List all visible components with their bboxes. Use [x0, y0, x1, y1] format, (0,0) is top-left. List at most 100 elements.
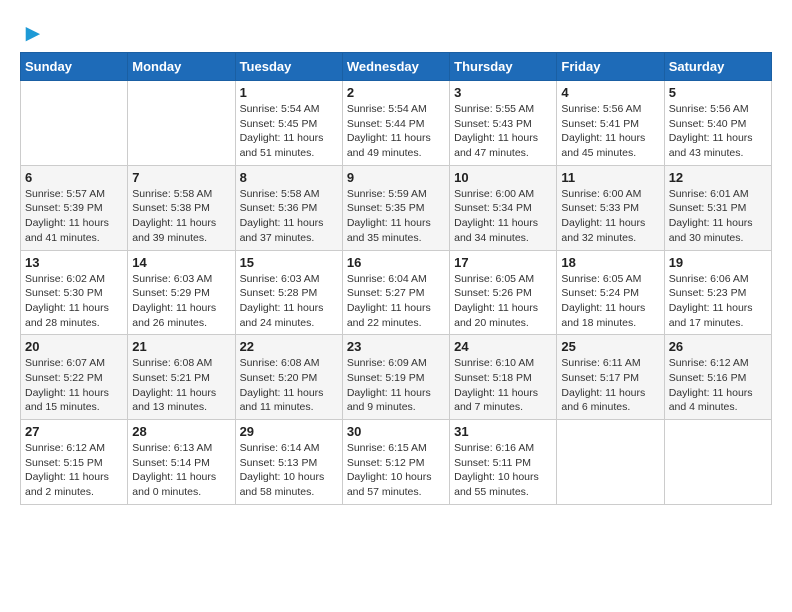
- calendar-cell: [21, 81, 128, 166]
- day-info: Sunrise: 5:54 AM Sunset: 5:44 PM Dayligh…: [347, 102, 445, 161]
- calendar-cell: 15 Sunrise: 6:03 AM Sunset: 5:28 PM Dayl…: [235, 250, 342, 335]
- calendar-cell: [664, 420, 771, 505]
- day-number: 29: [240, 424, 338, 439]
- calendar-week-row: 13 Sunrise: 6:02 AM Sunset: 5:30 PM Dayl…: [21, 250, 772, 335]
- calendar-week-row: 20 Sunrise: 6:07 AM Sunset: 5:22 PM Dayl…: [21, 335, 772, 420]
- day-info: Sunrise: 6:05 AM Sunset: 5:26 PM Dayligh…: [454, 272, 552, 331]
- calendar-cell: 3 Sunrise: 5:55 AM Sunset: 5:43 PM Dayli…: [450, 81, 557, 166]
- day-info: Sunrise: 6:00 AM Sunset: 5:33 PM Dayligh…: [561, 187, 659, 246]
- weekday-header: Tuesday: [235, 53, 342, 81]
- calendar-cell: 14 Sunrise: 6:03 AM Sunset: 5:29 PM Dayl…: [128, 250, 235, 335]
- day-number: 15: [240, 255, 338, 270]
- day-number: 25: [561, 339, 659, 354]
- day-number: 8: [240, 170, 338, 185]
- day-info: Sunrise: 5:56 AM Sunset: 5:40 PM Dayligh…: [669, 102, 767, 161]
- calendar-week-row: 27 Sunrise: 6:12 AM Sunset: 5:15 PM Dayl…: [21, 420, 772, 505]
- day-number: 11: [561, 170, 659, 185]
- day-info: Sunrise: 5:57 AM Sunset: 5:39 PM Dayligh…: [25, 187, 123, 246]
- calendar-cell: 11 Sunrise: 6:00 AM Sunset: 5:33 PM Dayl…: [557, 165, 664, 250]
- calendar-cell: 22 Sunrise: 6:08 AM Sunset: 5:20 PM Dayl…: [235, 335, 342, 420]
- calendar-cell: 21 Sunrise: 6:08 AM Sunset: 5:21 PM Dayl…: [128, 335, 235, 420]
- day-number: 20: [25, 339, 123, 354]
- day-number: 22: [240, 339, 338, 354]
- day-number: 26: [669, 339, 767, 354]
- day-number: 24: [454, 339, 552, 354]
- weekday-header: Thursday: [450, 53, 557, 81]
- calendar-week-row: 1 Sunrise: 5:54 AM Sunset: 5:45 PM Dayli…: [21, 81, 772, 166]
- calendar-cell: 29 Sunrise: 6:14 AM Sunset: 5:13 PM Dayl…: [235, 420, 342, 505]
- logo: ►: [20, 20, 45, 42]
- calendar-cell: 9 Sunrise: 5:59 AM Sunset: 5:35 PM Dayli…: [342, 165, 449, 250]
- day-info: Sunrise: 6:07 AM Sunset: 5:22 PM Dayligh…: [25, 356, 123, 415]
- calendar-table: SundayMondayTuesdayWednesdayThursdayFrid…: [20, 52, 772, 505]
- day-number: 31: [454, 424, 552, 439]
- day-number: 17: [454, 255, 552, 270]
- calendar-cell: [128, 81, 235, 166]
- day-number: 27: [25, 424, 123, 439]
- calendar-week-row: 6 Sunrise: 5:57 AM Sunset: 5:39 PM Dayli…: [21, 165, 772, 250]
- day-number: 2: [347, 85, 445, 100]
- day-info: Sunrise: 6:15 AM Sunset: 5:12 PM Dayligh…: [347, 441, 445, 500]
- day-info: Sunrise: 6:12 AM Sunset: 5:15 PM Dayligh…: [25, 441, 123, 500]
- calendar-cell: 27 Sunrise: 6:12 AM Sunset: 5:15 PM Dayl…: [21, 420, 128, 505]
- calendar-cell: 28 Sunrise: 6:13 AM Sunset: 5:14 PM Dayl…: [128, 420, 235, 505]
- calendar-cell: 30 Sunrise: 6:15 AM Sunset: 5:12 PM Dayl…: [342, 420, 449, 505]
- calendar-cell: 23 Sunrise: 6:09 AM Sunset: 5:19 PM Dayl…: [342, 335, 449, 420]
- day-info: Sunrise: 5:55 AM Sunset: 5:43 PM Dayligh…: [454, 102, 552, 161]
- day-info: Sunrise: 6:06 AM Sunset: 5:23 PM Dayligh…: [669, 272, 767, 331]
- calendar-cell: 12 Sunrise: 6:01 AM Sunset: 5:31 PM Dayl…: [664, 165, 771, 250]
- day-info: Sunrise: 5:58 AM Sunset: 5:36 PM Dayligh…: [240, 187, 338, 246]
- calendar-cell: 8 Sunrise: 5:58 AM Sunset: 5:36 PM Dayli…: [235, 165, 342, 250]
- day-info: Sunrise: 6:01 AM Sunset: 5:31 PM Dayligh…: [669, 187, 767, 246]
- day-info: Sunrise: 6:09 AM Sunset: 5:19 PM Dayligh…: [347, 356, 445, 415]
- day-number: 21: [132, 339, 230, 354]
- day-info: Sunrise: 6:08 AM Sunset: 5:20 PM Dayligh…: [240, 356, 338, 415]
- day-info: Sunrise: 6:13 AM Sunset: 5:14 PM Dayligh…: [132, 441, 230, 500]
- calendar-header-row: SundayMondayTuesdayWednesdayThursdayFrid…: [21, 53, 772, 81]
- day-number: 5: [669, 85, 767, 100]
- calendar-cell: 7 Sunrise: 5:58 AM Sunset: 5:38 PM Dayli…: [128, 165, 235, 250]
- day-info: Sunrise: 6:11 AM Sunset: 5:17 PM Dayligh…: [561, 356, 659, 415]
- calendar-cell: 6 Sunrise: 5:57 AM Sunset: 5:39 PM Dayli…: [21, 165, 128, 250]
- day-number: 30: [347, 424, 445, 439]
- day-number: 14: [132, 255, 230, 270]
- day-info: Sunrise: 6:02 AM Sunset: 5:30 PM Dayligh…: [25, 272, 123, 331]
- calendar-cell: 1 Sunrise: 5:54 AM Sunset: 5:45 PM Dayli…: [235, 81, 342, 166]
- day-number: 16: [347, 255, 445, 270]
- day-info: Sunrise: 5:54 AM Sunset: 5:45 PM Dayligh…: [240, 102, 338, 161]
- day-number: 4: [561, 85, 659, 100]
- day-number: 13: [25, 255, 123, 270]
- calendar-cell: 18 Sunrise: 6:05 AM Sunset: 5:24 PM Dayl…: [557, 250, 664, 335]
- day-number: 19: [669, 255, 767, 270]
- calendar-cell: 20 Sunrise: 6:07 AM Sunset: 5:22 PM Dayl…: [21, 335, 128, 420]
- day-info: Sunrise: 6:03 AM Sunset: 5:29 PM Dayligh…: [132, 272, 230, 331]
- day-number: 3: [454, 85, 552, 100]
- calendar-cell: [557, 420, 664, 505]
- day-info: Sunrise: 6:05 AM Sunset: 5:24 PM Dayligh…: [561, 272, 659, 331]
- weekday-header: Wednesday: [342, 53, 449, 81]
- calendar-cell: 24 Sunrise: 6:10 AM Sunset: 5:18 PM Dayl…: [450, 335, 557, 420]
- weekday-header: Monday: [128, 53, 235, 81]
- day-info: Sunrise: 5:58 AM Sunset: 5:38 PM Dayligh…: [132, 187, 230, 246]
- day-number: 12: [669, 170, 767, 185]
- calendar-cell: 19 Sunrise: 6:06 AM Sunset: 5:23 PM Dayl…: [664, 250, 771, 335]
- calendar-cell: 5 Sunrise: 5:56 AM Sunset: 5:40 PM Dayli…: [664, 81, 771, 166]
- day-info: Sunrise: 6:04 AM Sunset: 5:27 PM Dayligh…: [347, 272, 445, 331]
- day-info: Sunrise: 5:56 AM Sunset: 5:41 PM Dayligh…: [561, 102, 659, 161]
- day-number: 6: [25, 170, 123, 185]
- weekday-header: Saturday: [664, 53, 771, 81]
- day-info: Sunrise: 6:08 AM Sunset: 5:21 PM Dayligh…: [132, 356, 230, 415]
- day-info: Sunrise: 5:59 AM Sunset: 5:35 PM Dayligh…: [347, 187, 445, 246]
- day-number: 1: [240, 85, 338, 100]
- day-number: 28: [132, 424, 230, 439]
- calendar-cell: 17 Sunrise: 6:05 AM Sunset: 5:26 PM Dayl…: [450, 250, 557, 335]
- day-info: Sunrise: 6:00 AM Sunset: 5:34 PM Dayligh…: [454, 187, 552, 246]
- calendar-cell: 2 Sunrise: 5:54 AM Sunset: 5:44 PM Dayli…: [342, 81, 449, 166]
- day-info: Sunrise: 6:10 AM Sunset: 5:18 PM Dayligh…: [454, 356, 552, 415]
- day-info: Sunrise: 6:12 AM Sunset: 5:16 PM Dayligh…: [669, 356, 767, 415]
- calendar-cell: 13 Sunrise: 6:02 AM Sunset: 5:30 PM Dayl…: [21, 250, 128, 335]
- day-info: Sunrise: 6:03 AM Sunset: 5:28 PM Dayligh…: [240, 272, 338, 331]
- calendar-cell: 25 Sunrise: 6:11 AM Sunset: 5:17 PM Dayl…: [557, 335, 664, 420]
- day-number: 9: [347, 170, 445, 185]
- calendar-cell: 16 Sunrise: 6:04 AM Sunset: 5:27 PM Dayl…: [342, 250, 449, 335]
